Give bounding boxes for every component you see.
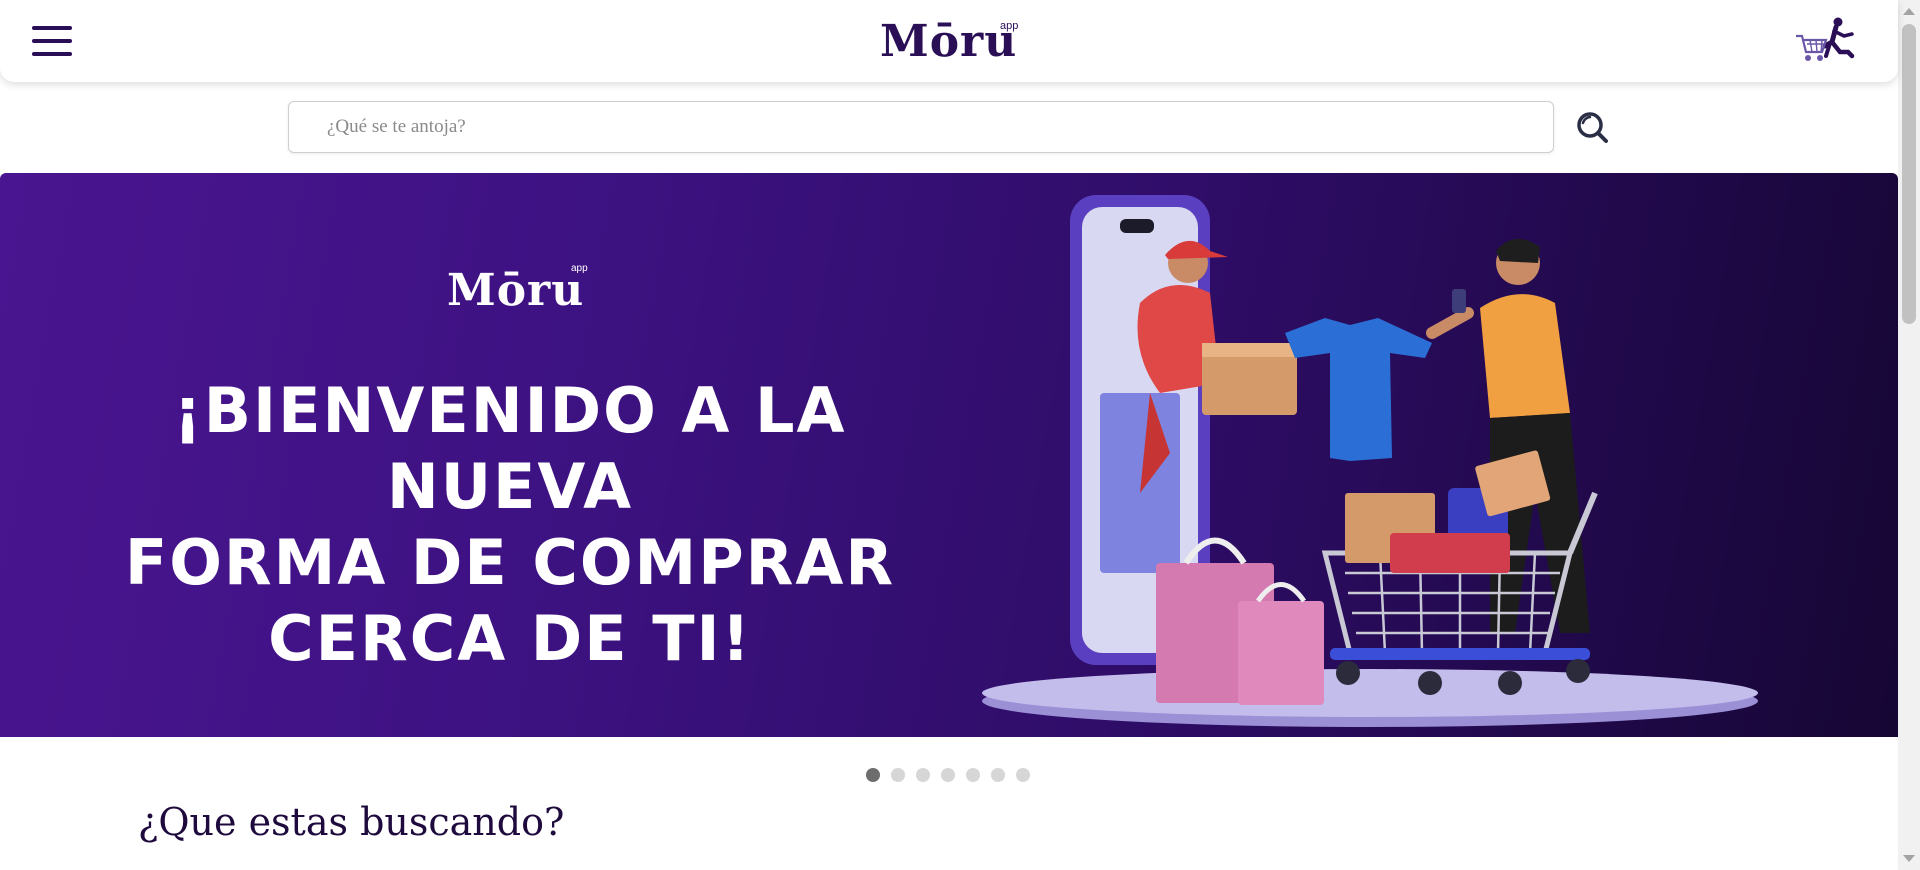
carousel-dot-6[interactable] bbox=[991, 768, 1005, 782]
scroll-up-arrow-icon[interactable] bbox=[1903, 8, 1915, 15]
banner-headline: ¡BIENVENIDO A LA NUEVA FORMA DE COMPRAR … bbox=[90, 373, 930, 677]
page: Mōru app ¿Qué se te antoja? Mōru app ¡BI… bbox=[0, 0, 1920, 870]
carousel-dot-2[interactable] bbox=[891, 768, 905, 782]
scrollbar-thumb[interactable] bbox=[1902, 24, 1916, 324]
carousel-dot-5[interactable] bbox=[966, 768, 980, 782]
brand-logo[interactable]: Mōru app bbox=[880, 14, 1019, 70]
promo-banner[interactable]: Mōru app ¡BIENVENIDO A LA NUEVA FORMA DE… bbox=[0, 173, 1898, 737]
carousel-dots bbox=[866, 768, 1030, 782]
top-header: Mōru app bbox=[0, 0, 1898, 82]
search-bar bbox=[288, 101, 1554, 153]
carousel-dot-4[interactable] bbox=[941, 768, 955, 782]
shopping-cart-runner-icon[interactable] bbox=[1792, 16, 1862, 66]
headline-line-3: CERCA DE TI! bbox=[268, 602, 752, 675]
banner-logo: Mōru app bbox=[447, 263, 588, 316]
carousel-dot-3[interactable] bbox=[916, 768, 930, 782]
carousel-dot-7[interactable] bbox=[1016, 768, 1030, 782]
logo-superscript: app bbox=[1000, 20, 1019, 32]
banner-logo-superscript: app bbox=[571, 263, 588, 274]
banner-logo-text: Mōru bbox=[447, 265, 585, 316]
vertical-scrollbar[interactable] bbox=[1898, 0, 1920, 870]
scroll-down-arrow-icon[interactable] bbox=[1903, 855, 1915, 862]
headline-line-2: FORMA DE COMPRAR bbox=[124, 526, 896, 599]
section-title: ¿Que estas buscando? bbox=[138, 800, 565, 844]
logo-text: Mōru bbox=[880, 16, 1018, 67]
search-input[interactable] bbox=[289, 102, 1553, 152]
headline-line-1: ¡BIENVENIDO A LA NUEVA bbox=[173, 374, 847, 523]
delivery-illustration bbox=[970, 193, 1770, 733]
carousel-dot-1[interactable] bbox=[866, 768, 880, 782]
hamburger-menu-icon[interactable] bbox=[32, 26, 72, 58]
search-icon[interactable] bbox=[1574, 109, 1610, 145]
